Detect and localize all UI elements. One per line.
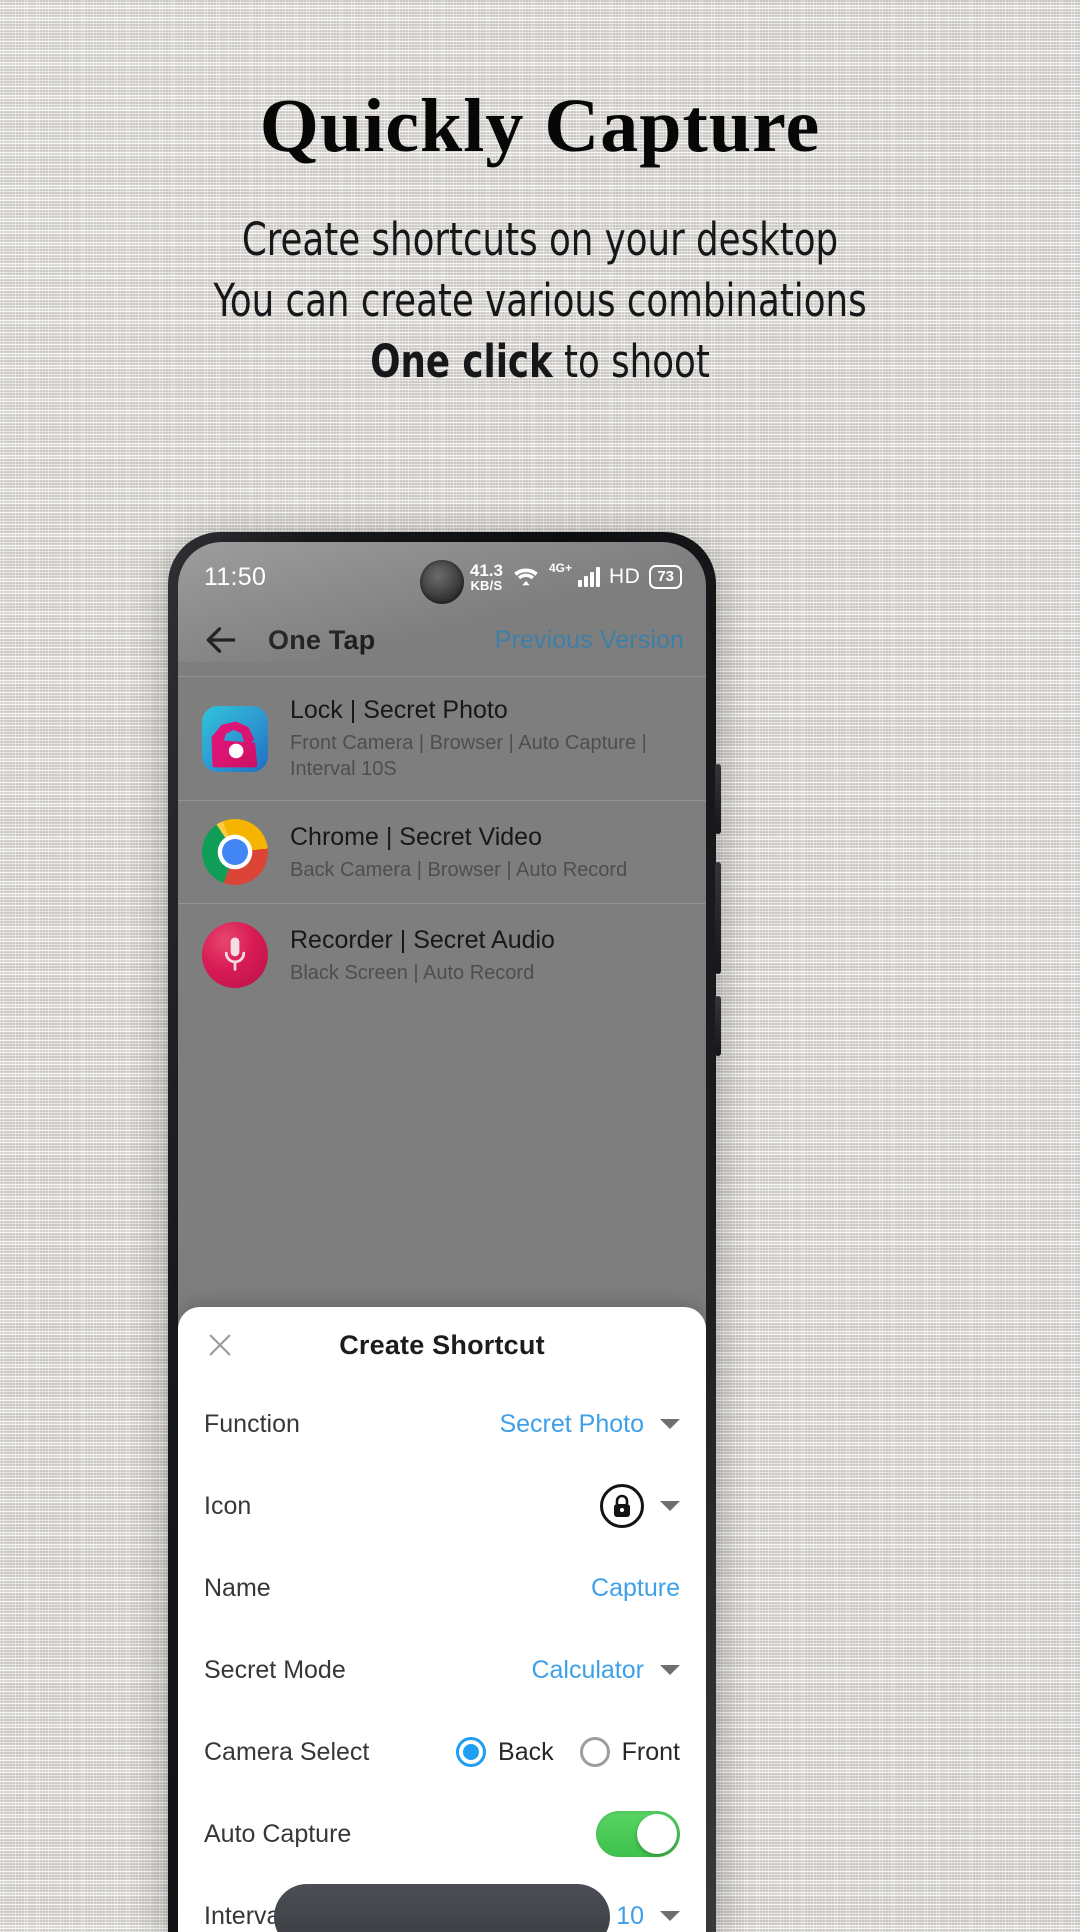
chrome-app-icon	[202, 819, 268, 886]
field-camera-select: Camera Select Back Front	[204, 1711, 680, 1793]
front-camera-punch-hole	[420, 560, 464, 604]
radio-indicator	[579, 1737, 610, 1767]
field-function-value-text: Secret Photo	[499, 1409, 644, 1438]
radio-camera-front[interactable]: Front	[579, 1737, 680, 1767]
list-item-texts: Chrome | Secret Video Back Camera | Brow…	[290, 822, 627, 883]
close-icon[interactable]	[204, 1329, 236, 1361]
network-generation-label: 4G+	[548, 561, 572, 575]
wifi-icon	[514, 568, 538, 586]
radio-indicator	[456, 1737, 487, 1767]
network-speed-indicator: 41.3 KB/S	[470, 562, 503, 592]
network-speed-unit: KB/S	[470, 578, 503, 593]
list-item-title: Lock | Secret Photo	[290, 696, 508, 724]
field-function-value[interactable]: Secret Photo	[499, 1410, 680, 1439]
padlock-glyph-icon	[614, 1494, 630, 1517]
network-speed-value: 41.3	[469, 561, 503, 580]
phone-mockup: 11:50 41.3 KB/S 4G+ HD 73 One Tap Previo…	[168, 532, 721, 1932]
lock-app-icon	[202, 705, 268, 772]
promo-subtitle-line-3: One click to shoot	[65, 332, 1015, 393]
volume-button[interactable]	[715, 764, 721, 834]
list-item-subtitle: Back Camera | Browser | Auto Record	[290, 858, 628, 881]
back-arrow-icon[interactable]	[202, 621, 240, 659]
field-name[interactable]: Name Capture	[204, 1547, 680, 1629]
previous-version-link[interactable]: Previous Version	[495, 626, 684, 655]
phone-screen: 11:50 41.3 KB/S 4G+ HD 73 One Tap Previo…	[178, 542, 706, 1932]
field-secret-mode-value[interactable]: Calculator	[531, 1656, 680, 1685]
lock-icon	[600, 1484, 644, 1528]
sheet-title: Create Shortcut	[339, 1329, 545, 1360]
list-item-texts: Lock | Secret Photo Front Camera | Brows…	[290, 695, 686, 782]
chevron-down-icon[interactable]	[660, 1419, 680, 1429]
promo-subtitle-line-3-rest: to shoot	[552, 334, 710, 388]
field-icon-value[interactable]	[600, 1484, 680, 1528]
app-bar: One Tap Previous Version	[178, 604, 706, 676]
app-bar-title: One Tap	[268, 624, 376, 655]
field-function[interactable]: Function Secret Photo	[204, 1383, 680, 1465]
field-auto-capture: Auto Capture	[204, 1793, 680, 1875]
radio-camera-back[interactable]: Back	[456, 1737, 554, 1767]
field-icon[interactable]: Icon	[204, 1465, 680, 1547]
list-item[interactable]: Chrome | Secret Video Back Camera | Brow…	[178, 800, 706, 903]
field-interval-value-text: 10	[616, 1901, 644, 1930]
field-camera-select-label: Camera Select	[204, 1737, 370, 1766]
power-button[interactable]	[715, 862, 721, 974]
battery-indicator: 73	[649, 564, 682, 590]
field-name-label: Name	[204, 1573, 271, 1602]
create-button[interactable]	[274, 1884, 610, 1932]
field-secret-mode-value-text: Calculator	[531, 1655, 644, 1684]
page-title: Quickly Capture	[259, 84, 821, 168]
list-item-title: Recorder | Secret Audio	[290, 925, 555, 954]
radio-camera-back-label: Back	[498, 1737, 554, 1766]
create-shortcut-sheet: Create Shortcut Function Secret Photo Ic…	[178, 1307, 706, 1932]
list-item[interactable]: Recorder | Secret Audio Black Screen | A…	[178, 903, 706, 1006]
sheet-header: Create Shortcut	[204, 1307, 680, 1383]
shortcut-list: Lock | Secret Photo Front Camera | Brows…	[178, 676, 706, 1006]
status-clock: 11:50	[204, 562, 267, 591]
status-icons: 41.3 KB/S 4G+ HD 73	[470, 561, 682, 592]
promo-header: Quickly Capture Create shortcuts on your…	[0, 0, 1080, 392]
list-item-texts: Recorder | Secret Audio Black Screen | A…	[290, 925, 555, 986]
radio-camera-front-label: Front	[621, 1737, 680, 1766]
camera-select-radio-group: Back Front	[456, 1737, 680, 1767]
field-interval-value[interactable]: 10	[616, 1902, 680, 1931]
field-auto-capture-label: Auto Capture	[204, 1819, 352, 1848]
field-icon-label: Icon	[204, 1491, 252, 1520]
recorder-app-icon	[202, 922, 268, 989]
list-item[interactable]: Lock | Secret Photo Front Camera | Brows…	[178, 676, 706, 800]
list-item-title: Chrome | Secret Video	[290, 822, 542, 851]
microphone-icon	[224, 937, 246, 971]
list-item-subtitle: Black Screen | Auto Record	[290, 961, 535, 984]
name-input[interactable]: Capture	[591, 1574, 680, 1603]
auto-capture-toggle[interactable]	[596, 1811, 680, 1857]
toggle-knob	[637, 1814, 677, 1854]
field-function-label: Function	[204, 1409, 300, 1438]
promo-subtitle-line-2: You can create various combinations	[213, 273, 867, 327]
side-button-lower[interactable]	[715, 996, 721, 1056]
list-item-subtitle: Front Camera | Browser | Auto Capture | …	[290, 732, 647, 781]
status-bar: 11:50 41.3 KB/S 4G+ HD 73	[178, 542, 706, 604]
field-secret-mode-label: Secret Mode	[204, 1655, 346, 1684]
hd-voice-icon: HD	[608, 565, 641, 588]
signal-bars-icon	[577, 567, 600, 587]
promo-subtitle: Create shortcuts on your desktop You can…	[65, 164, 1015, 392]
chevron-down-icon[interactable]	[660, 1665, 680, 1675]
field-secret-mode[interactable]: Secret Mode Calculator	[204, 1629, 680, 1711]
promo-subtitle-line-1: Create shortcuts on your desktop	[241, 213, 839, 266]
chevron-down-icon[interactable]	[660, 1501, 680, 1511]
promo-highlight: One click	[370, 334, 553, 388]
